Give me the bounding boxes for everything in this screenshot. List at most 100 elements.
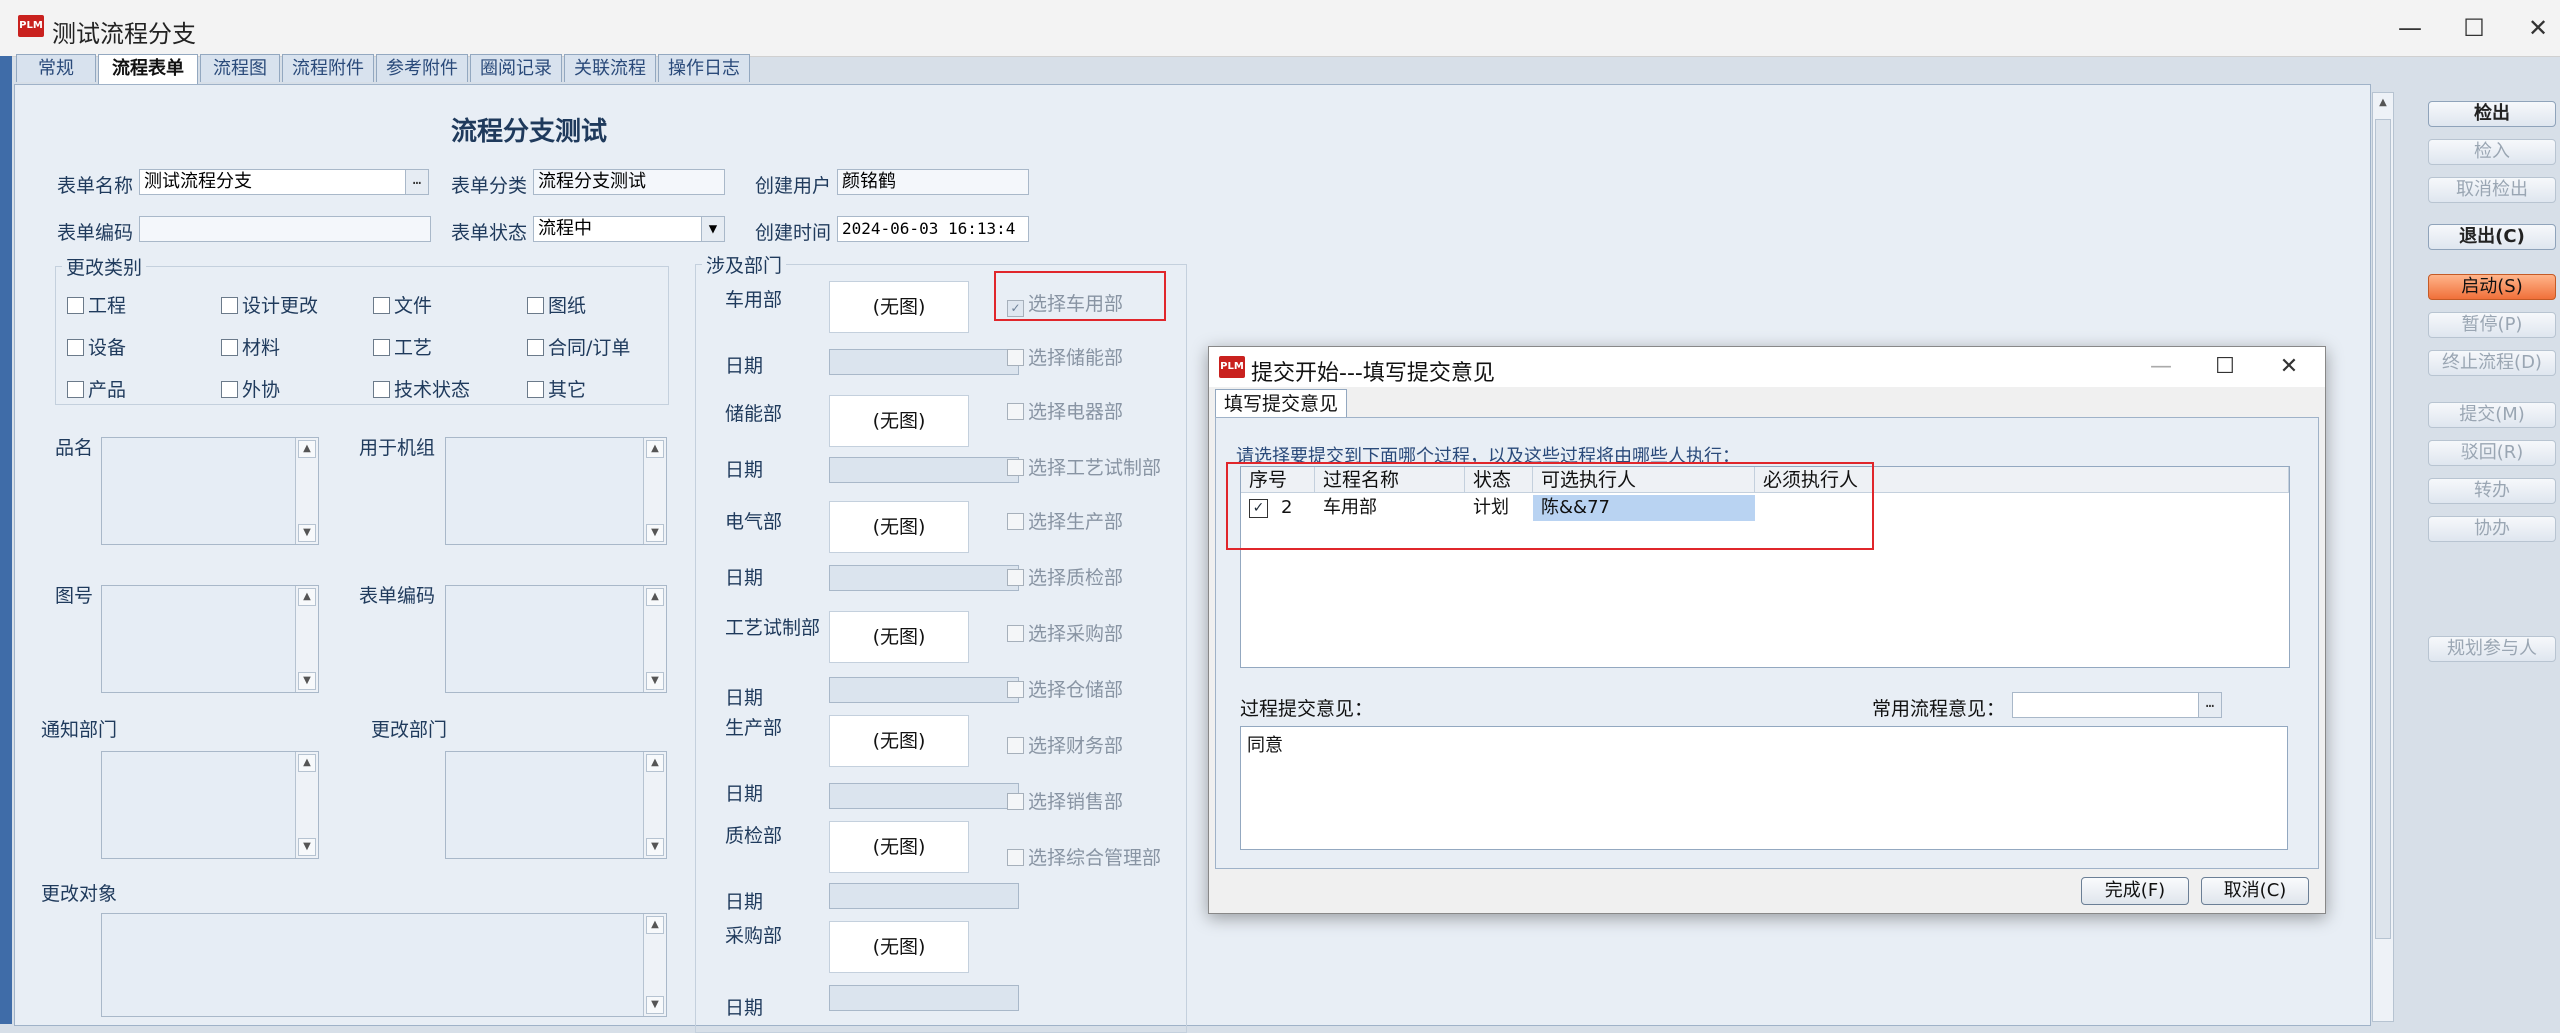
checkbox-box[interactable]	[1007, 681, 1024, 698]
checkbox-contract-order[interactable]: 合同/订单	[527, 333, 630, 360]
checkbox-box[interactable]	[221, 339, 238, 356]
notify-dept-textarea[interactable]: ▲ ▼	[101, 751, 319, 859]
scroll-down-icon[interactable]: ▼	[646, 838, 664, 856]
created-time-field[interactable]: 2024-06-03 16:13:4	[837, 216, 1029, 242]
scroll-up-icon[interactable]: ▲	[298, 754, 316, 772]
checkbox-other[interactable]: 其它	[527, 375, 586, 402]
start-button[interactable]: 启动(S)	[2428, 274, 2556, 300]
checkbox-box[interactable]	[527, 339, 544, 356]
date-field[interactable]	[829, 783, 1019, 809]
main-scrollbar[interactable]: ▲	[2372, 92, 2394, 1022]
checkbox-box[interactable]	[1007, 403, 1024, 420]
dept-checkbox-quality[interactable]: 选择质检部	[1007, 563, 1123, 590]
checkbox-box[interactable]	[221, 381, 238, 398]
scroll-down-icon[interactable]: ▼	[646, 996, 664, 1014]
checkbox-outsourcing[interactable]: 外协	[221, 375, 280, 402]
change-object-textarea[interactable]: ▲ ▼	[101, 913, 667, 1017]
cancel-button[interactable]: 取消(C)	[2201, 877, 2309, 905]
terminate-flow-button[interactable]: 终止流程(D)	[2428, 350, 2556, 376]
checkbox-drawing[interactable]: 图纸	[527, 291, 586, 318]
checkbox-box[interactable]	[67, 381, 84, 398]
scroll-down-icon[interactable]: ▼	[298, 672, 316, 690]
dept-checkbox-electrical[interactable]: 选择电器部	[1007, 397, 1123, 424]
date-field[interactable]	[829, 677, 1019, 703]
close-icon[interactable]: ✕	[2269, 349, 2309, 385]
creator-field[interactable]: 颜铭鹤	[837, 169, 1029, 195]
exit-button[interactable]: 退出(C)	[2428, 224, 2556, 250]
submit-button[interactable]: 提交(M)	[2428, 402, 2556, 428]
form-code-field[interactable]	[139, 216, 431, 242]
scroll-down-icon[interactable]: ▼	[646, 524, 664, 542]
checkbox-box[interactable]	[373, 297, 390, 314]
tab-flow-form[interactable]: 流程表单	[98, 54, 198, 84]
scroll-up-icon[interactable]: ▲	[2375, 95, 2391, 111]
scrollbar[interactable]: ▲ ▼	[643, 752, 666, 858]
scroll-down-icon[interactable]: ▼	[298, 838, 316, 856]
checkbox-box[interactable]	[373, 381, 390, 398]
checkbox-box[interactable]	[67, 297, 84, 314]
machine-group-textarea[interactable]: ▲ ▼	[445, 437, 667, 545]
date-field[interactable]	[829, 985, 1019, 1011]
checkout-button[interactable]: 检出	[2428, 101, 2556, 127]
scroll-up-icon[interactable]: ▲	[646, 588, 664, 606]
close-icon[interactable]: ✕	[2518, 8, 2558, 48]
checkbox-box[interactable]	[1007, 459, 1024, 476]
tab-review-records[interactable]: 圈阅记录	[470, 54, 562, 82]
checkbox-equipment[interactable]: 设备	[67, 333, 126, 360]
scroll-up-icon[interactable]: ▲	[646, 440, 664, 458]
scroll-down-icon[interactable]: ▼	[298, 524, 316, 542]
checkbox-box[interactable]	[527, 381, 544, 398]
checkbox-product[interactable]: 产品	[67, 375, 126, 402]
reject-button[interactable]: 驳回(R)	[2428, 440, 2556, 466]
checkbox-box[interactable]	[67, 339, 84, 356]
date-field[interactable]	[829, 883, 1019, 909]
finish-button[interactable]: 完成(F)	[2081, 877, 2189, 905]
scrollbar[interactable]: ▲ ▼	[295, 438, 318, 544]
scroll-down-icon[interactable]: ▼	[646, 672, 664, 690]
checkbox-box[interactable]	[373, 339, 390, 356]
tab-related-flows[interactable]: 关联流程	[564, 54, 656, 82]
checkbox-box[interactable]	[1007, 625, 1024, 642]
scroll-up-icon[interactable]: ▲	[646, 916, 664, 934]
tab-operation-log[interactable]: 操作日志	[658, 54, 750, 82]
checkbox-box[interactable]	[1007, 849, 1024, 866]
checkbox-tech-status[interactable]: 技术状态	[373, 375, 470, 402]
form-code2-textarea[interactable]: ▲ ▼	[445, 585, 667, 693]
scrollbar[interactable]: ▲ ▼	[643, 586, 666, 692]
scroll-up-icon[interactable]: ▲	[298, 440, 316, 458]
browse-dots-icon[interactable]: …	[405, 170, 428, 194]
dept-checkbox-purchasing[interactable]: 选择采购部	[1007, 619, 1123, 646]
scrollbar[interactable]: ▲ ▼	[295, 586, 318, 692]
dept-checkbox-general-mgmt[interactable]: 选择综合管理部	[1007, 843, 1161, 870]
scrollbar[interactable]: ▲ ▼	[295, 752, 318, 858]
scrollbar[interactable]: ▲ ▼	[643, 438, 666, 544]
transfer-button[interactable]: 转办	[2428, 478, 2556, 504]
cancel-checkout-button[interactable]: 取消检出	[2428, 177, 2556, 203]
checkbox-material[interactable]: 材料	[221, 333, 280, 360]
scrollbar[interactable]: ▲ ▼	[643, 914, 666, 1016]
checkbox-box[interactable]	[1007, 513, 1024, 530]
tab-reference-attachments[interactable]: 参考附件	[376, 54, 468, 82]
form-name-field[interactable]: 测试流程分支 …	[139, 169, 429, 195]
checkbox-box[interactable]	[527, 297, 544, 314]
maximize-icon[interactable]: ☐	[2205, 349, 2245, 385]
opinion-textarea[interactable]: 同意	[1240, 726, 2288, 850]
dept-checkbox-craft-trial[interactable]: 选择工艺试制部	[1007, 453, 1161, 480]
checkbox-engineering[interactable]: 工程	[67, 291, 126, 318]
minimize-icon[interactable]: —	[2390, 8, 2430, 48]
dept-checkbox-warehouse[interactable]: 选择仓储部	[1007, 675, 1123, 702]
scroll-up-icon[interactable]: ▲	[298, 588, 316, 606]
form-status-select[interactable]: 流程中 ▼	[533, 216, 725, 242]
product-name-textarea[interactable]: ▲ ▼	[101, 437, 319, 545]
chevron-down-icon[interactable]: ▼	[701, 217, 724, 241]
tab-flow-chart[interactable]: 流程图	[200, 54, 280, 82]
scroll-up-icon[interactable]: ▲	[646, 754, 664, 772]
date-field[interactable]	[829, 565, 1019, 591]
scrollbar-thumb[interactable]	[2375, 119, 2391, 939]
minimize-icon[interactable]: —	[2141, 349, 2181, 385]
checkbox-box[interactable]	[221, 297, 238, 314]
date-field[interactable]	[829, 457, 1019, 483]
maximize-icon[interactable]: ☐	[2454, 8, 2494, 48]
change-dept-textarea[interactable]: ▲ ▼	[445, 751, 667, 859]
checkbox-box[interactable]	[1007, 793, 1024, 810]
